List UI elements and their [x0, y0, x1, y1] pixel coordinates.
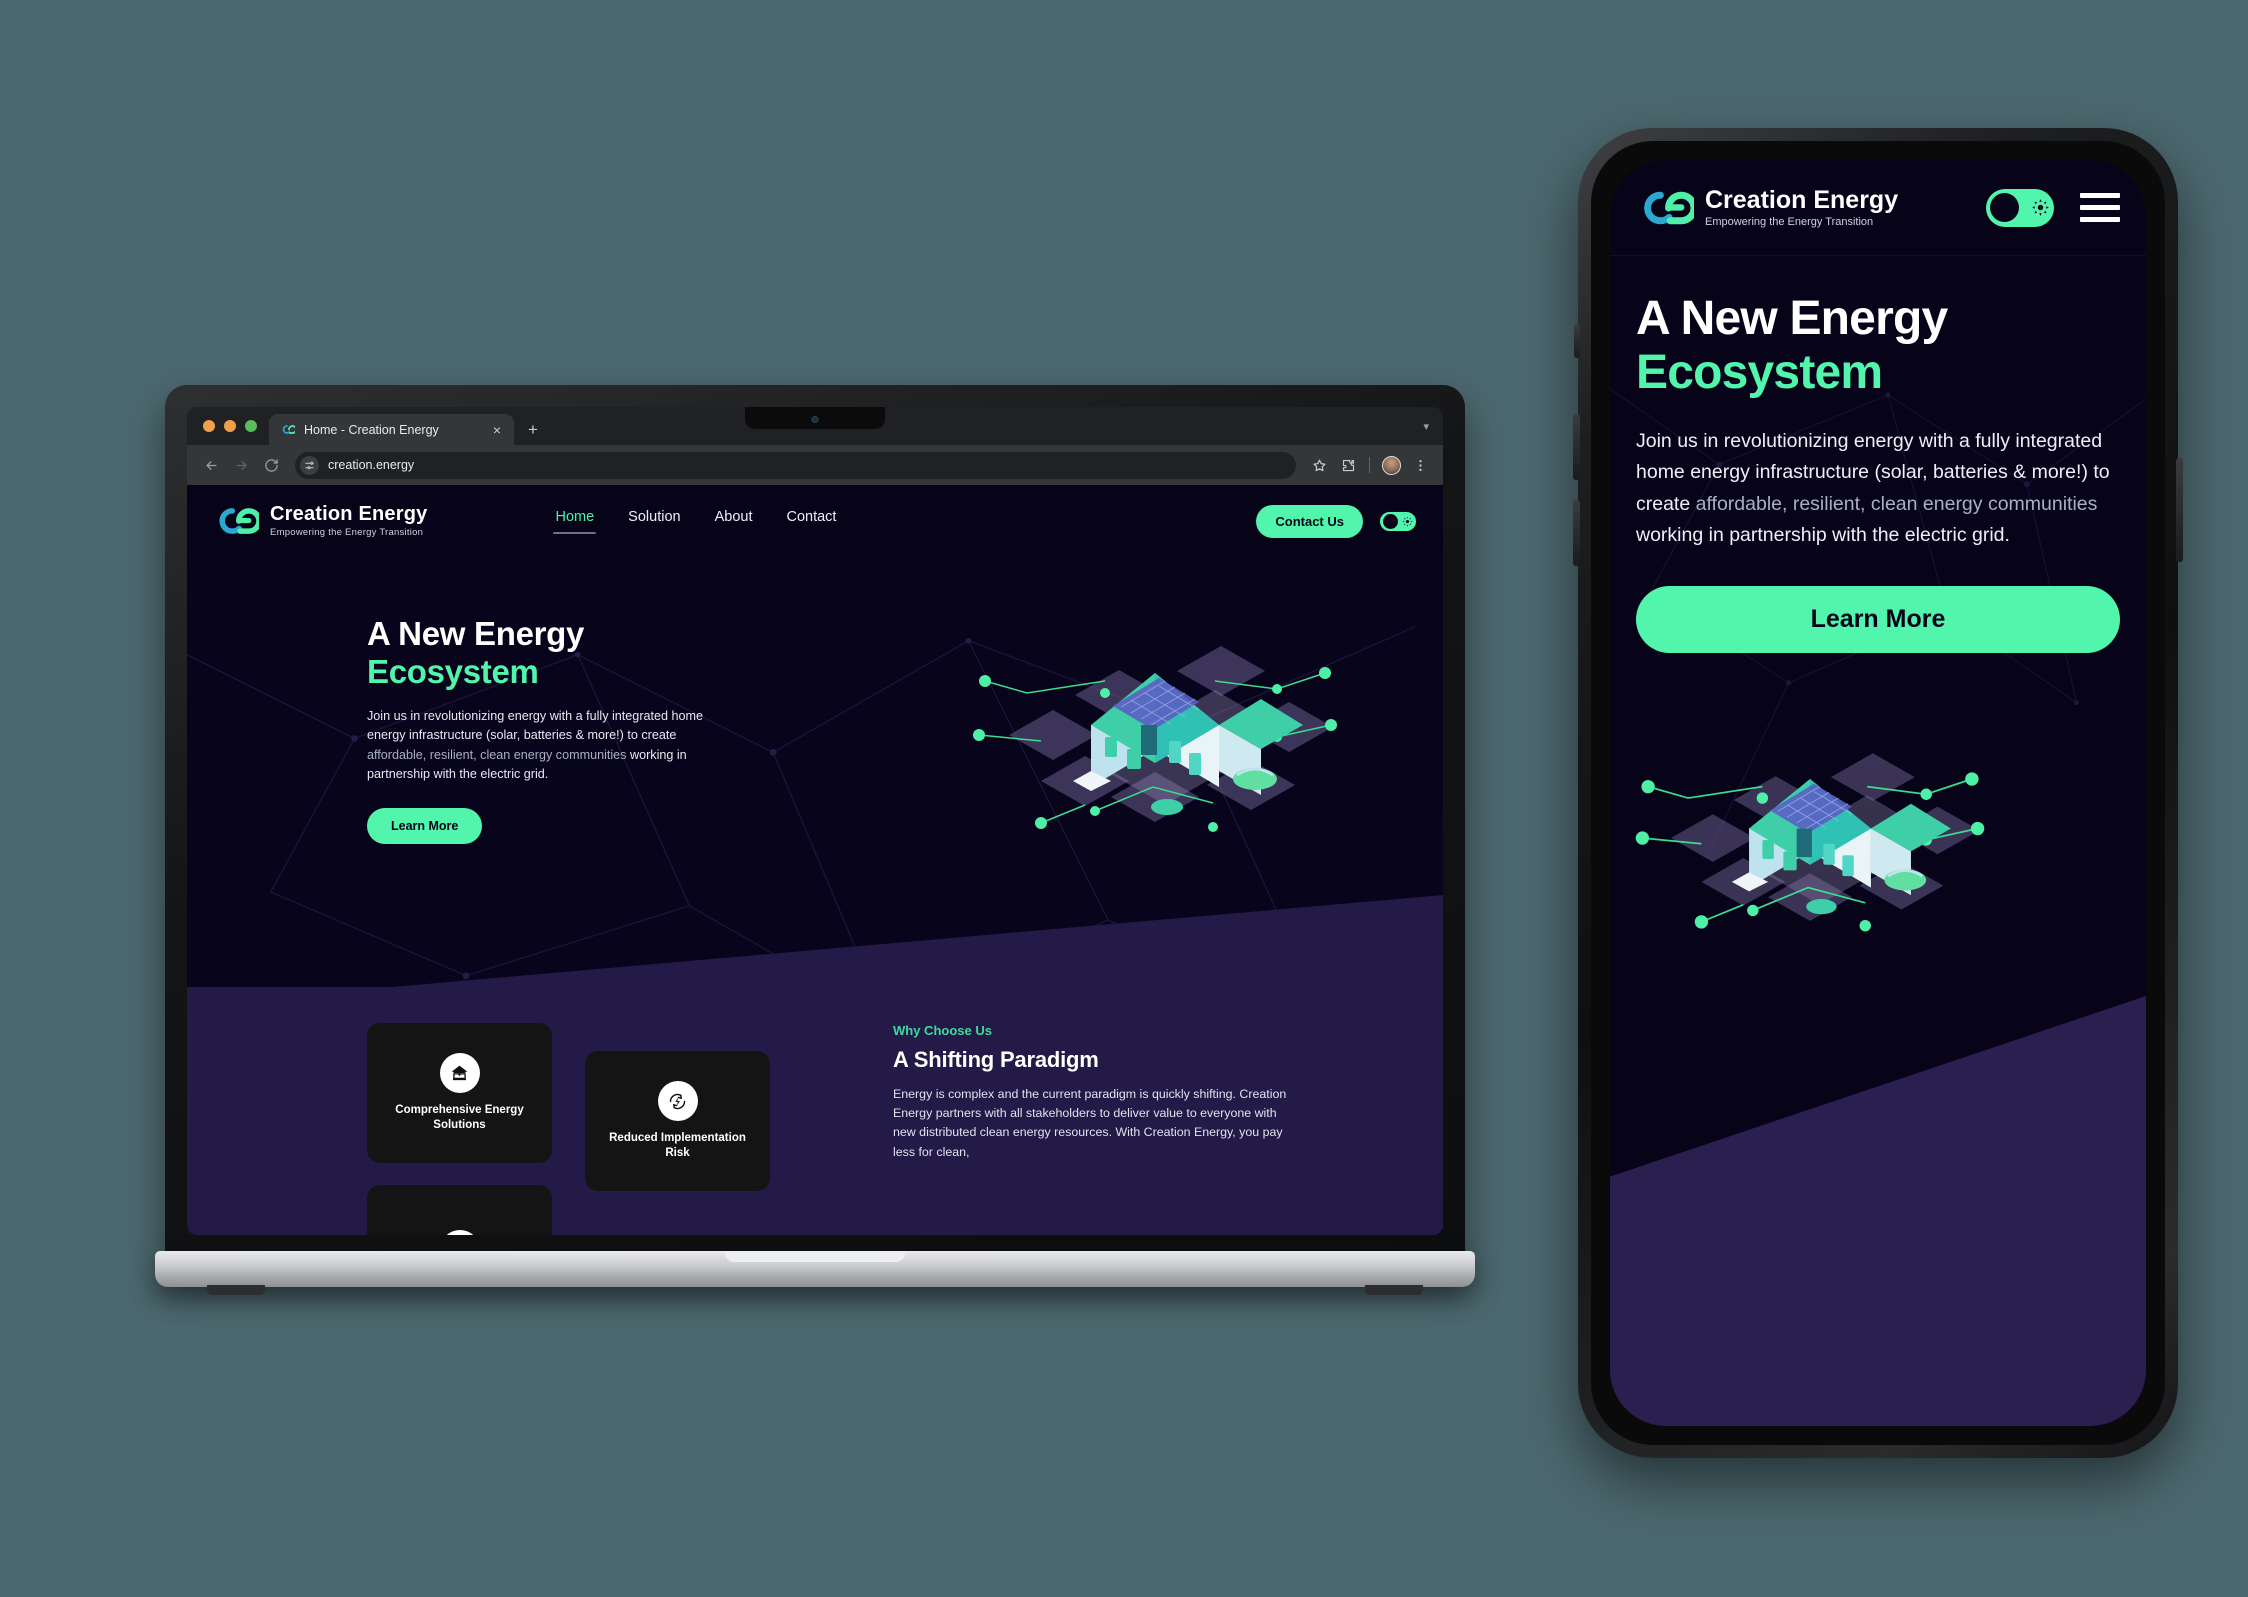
main-nav: Home Solution About Contact	[553, 509, 836, 534]
screenshot-stage: Home - Creation Energy × + ▾ creation.en…	[0, 0, 2248, 1597]
gear-sun-icon	[2032, 199, 2049, 216]
why-body: Energy is complex and the current paradi…	[893, 1087, 1287, 1159]
phone-frame: Creation Energy Empowering the Energy Tr…	[1573, 128, 2183, 1458]
laptop-notch	[745, 407, 885, 429]
feature-card-energy-solutions[interactable]: Comprehensive Energy Solutions	[367, 1023, 552, 1163]
new-tab-button[interactable]: +	[514, 414, 552, 445]
three-dot-menu-icon[interactable]	[1407, 452, 1433, 478]
toolbar-actions	[1306, 452, 1433, 478]
phone-mockup: Creation Energy Empowering the Energy Tr…	[1573, 128, 2183, 1458]
phone-hero-paragraph-part-2: affordable, resilient, clean energy comm…	[1695, 492, 2098, 515]
ce-monogram-logo-icon	[219, 508, 259, 534]
phone-isometric-solar-home-illustration-icon	[1635, 753, 1985, 932]
feature-card-reduced-risk[interactable]: Reduced Implementation Risk	[585, 1051, 770, 1191]
phone-volume-up-button[interactable]	[1573, 414, 1580, 480]
why-choose-us-block: Why Choose Us A Shifting Paradigm Energy…	[893, 1023, 1293, 1235]
phone-hero-paragraph: Join us in revolutionizing energy with a…	[1636, 426, 2120, 552]
laptop-base	[155, 1251, 1475, 1295]
close-window-button[interactable]	[203, 420, 215, 432]
hero-paragraph: Join us in revolutionizing energy with a…	[367, 707, 717, 784]
phone-site-header: Creation Energy Empowering the Energy Tr…	[1610, 160, 2146, 256]
webcam-icon	[811, 416, 819, 423]
site-logo[interactable]: Creation Energy Empowering the Energy Tr…	[213, 504, 427, 538]
bolt-recycle-icon	[657, 1081, 698, 1122]
toggle-knob	[1990, 193, 2019, 222]
hero-paragraph-part-1: Join us in revolutionizing energy with a…	[367, 709, 704, 743]
tune-icon[interactable]	[300, 455, 319, 475]
page-viewport: Creation Energy Empowering the Energy Tr…	[187, 485, 1443, 1235]
brand-tagline: Empowering the Energy Transition	[270, 527, 424, 538]
phone-hero-title-line2: Ecosystem	[1636, 345, 1883, 399]
phone-power-button[interactable]	[2176, 458, 2183, 562]
laptop-lid: Home - Creation Energy × + ▾ creation.en…	[165, 385, 1465, 1265]
address-bar[interactable]: creation.energy	[295, 451, 1296, 479]
brand-tagline: Empowering the Energy Transition	[1705, 216, 1874, 229]
forward-arrow-icon[interactable]	[227, 451, 255, 479]
phone-site-logo[interactable]: Creation Energy Empowering the Energy Tr…	[1636, 187, 1898, 228]
phone-silent-switch[interactable]	[1574, 324, 1580, 358]
feature-cards: Comprehensive Energy Solutions Reduced I…	[367, 1023, 837, 1235]
phone-hero-title-line1: A New Energy	[1636, 292, 1948, 345]
gear-sun-icon	[1402, 516, 1413, 526]
laptop-foot-left	[207, 1285, 265, 1295]
url-text: creation.energy	[328, 458, 415, 472]
site-header: Creation Energy Empowering the Energy Tr…	[187, 485, 1443, 557]
header-actions: Contact Us	[1256, 504, 1417, 538]
brand-name: Creation Energy	[270, 503, 428, 525]
puzzle-icon[interactable]	[1335, 452, 1361, 478]
theme-toggle[interactable]	[1379, 510, 1417, 532]
star-icon[interactable]	[1306, 452, 1332, 478]
isometric-solar-home-illustration-icon	[973, 646, 1337, 832]
laptop-foot-right	[1365, 1285, 1423, 1295]
browser-tab[interactable]: Home - Creation Energy ×	[269, 414, 514, 445]
phone-volume-down-button[interactable]	[1573, 500, 1580, 566]
toolbar-divider	[1369, 457, 1370, 473]
window-controls-chevron[interactable]: ▾	[1409, 407, 1443, 445]
hero-paragraph-part-2: affordable, resilient, clean energy comm…	[367, 747, 630, 762]
reload-icon[interactable]	[257, 451, 285, 479]
toggle-knob	[1383, 513, 1398, 529]
brand-name: Creation Energy	[1705, 185, 1899, 214]
contact-us-button[interactable]: Contact Us	[1256, 504, 1363, 538]
partial-card-icon	[439, 1230, 480, 1235]
phone-hero-paragraph-part-3: working in partnership with the electric…	[1636, 524, 2010, 547]
avatar-icon[interactable]	[1378, 452, 1404, 478]
tab-title: Home - Creation Energy	[304, 422, 439, 437]
back-arrow-icon[interactable]	[197, 451, 225, 479]
nav-item-solution[interactable]: Solution	[628, 509, 680, 534]
laptop-screen: Home - Creation Energy × + ▾ creation.en…	[187, 407, 1443, 1235]
feature-card-title: Comprehensive Energy Solutions	[395, 1104, 524, 1131]
phone-screen: Creation Energy Empowering the Energy Tr…	[1610, 160, 2146, 1426]
nav-item-contact[interactable]: Contact	[786, 509, 836, 534]
browser-chrome: Home - Creation Energy × + ▾ creation.en…	[187, 407, 1443, 1235]
tab-favicon-icon	[280, 422, 295, 437]
hero-title-line1: A New Energy	[367, 615, 585, 652]
hero-copy: A New Energy Ecosystem Join us in revolu…	[367, 615, 717, 844]
close-tab-icon[interactable]: ×	[491, 423, 503, 437]
window-traffic-lights[interactable]	[201, 407, 269, 445]
feature-card-partial[interactable]	[367, 1185, 552, 1235]
phone-theme-toggle[interactable]	[1986, 188, 2054, 227]
maximize-window-button[interactable]	[245, 420, 257, 432]
phone-learn-more-button[interactable]: Learn More	[1636, 585, 2120, 653]
nav-item-home[interactable]: Home	[553, 509, 596, 534]
phone-hero-copy: A New Energy Ecosystem Join us in revolu…	[1610, 256, 2146, 653]
why-title: A Shifting Paradigm	[893, 1047, 1099, 1072]
nav-item-about[interactable]: About	[715, 509, 753, 534]
browser-toolbar: creation.energy	[187, 445, 1443, 485]
hero-title-line2: Ecosystem	[367, 652, 539, 690]
feature-card-title: Reduced Implementation Risk	[609, 1132, 746, 1159]
laptop-mockup: Home - Creation Energy × + ▾ creation.en…	[155, 385, 1475, 1345]
why-eyebrow: Why Choose Us	[893, 1023, 992, 1038]
home-leaf-icon	[439, 1053, 480, 1094]
ce-monogram-logo-icon	[1644, 191, 1694, 224]
phone-bezel: Creation Energy Empowering the Energy Tr…	[1591, 141, 2165, 1445]
phone-header-actions	[1986, 188, 2120, 227]
features-section: Comprehensive Energy Solutions Reduced I…	[187, 895, 1443, 1235]
hamburger-menu-icon[interactable]	[2080, 193, 2120, 222]
learn-more-button[interactable]: Learn More	[367, 807, 483, 844]
phone-hero-section: A New Energy Ecosystem Join us in revolu…	[1610, 256, 2146, 1426]
minimize-window-button[interactable]	[224, 420, 236, 432]
